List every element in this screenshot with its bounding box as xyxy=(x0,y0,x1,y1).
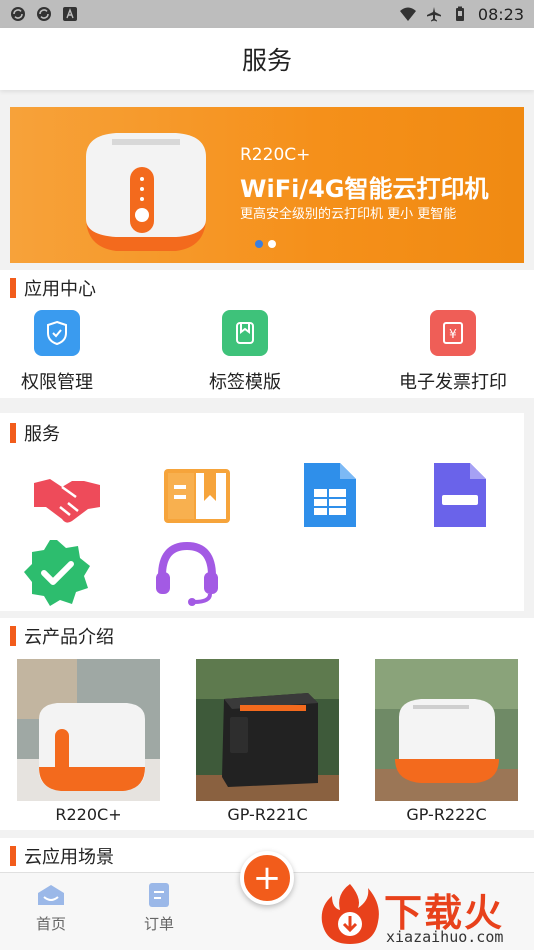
a-box-icon xyxy=(63,7,77,21)
products-header: 云产品介绍 xyxy=(0,618,534,654)
product-image xyxy=(17,659,160,801)
product-name: R220C+ xyxy=(55,805,122,824)
app-label: 标签模版 xyxy=(209,372,281,393)
tab-label: 首页 xyxy=(36,915,67,933)
app-label: 电子发票打印 xyxy=(399,372,507,393)
section-marker xyxy=(10,278,16,298)
banner-pagination xyxy=(255,240,276,248)
products-section: 云产品介绍 R220C+ GP-R221C GP-R222C xyxy=(0,618,534,830)
book-icon[interactable] xyxy=(162,461,232,531)
verified-check-icon[interactable] xyxy=(22,538,92,608)
tab-label: 订单 xyxy=(144,915,175,933)
scenes-title: 云应用场景 xyxy=(24,847,114,868)
tab-home[interactable]: 首页 xyxy=(36,883,66,934)
wifi-icon xyxy=(399,7,416,21)
product-card[interactable]: GP-R222C xyxy=(375,659,518,824)
banner-tagline: 更高安全级别的云打印机 更小 更智能 xyxy=(240,207,457,222)
promo-banner[interactable]: R220C+ WiFi/4G智能云打印机 更高安全级别的云打印机 更小 更智能 xyxy=(10,107,524,263)
document-icon[interactable] xyxy=(424,461,494,531)
home-icon xyxy=(38,885,64,905)
watermark-url: xiazaihuo.com xyxy=(386,928,504,946)
status-time: 08:23 xyxy=(477,4,524,24)
headset-icon[interactable] xyxy=(152,538,222,608)
services-header: 服务 xyxy=(0,415,524,451)
app-item-einvoice-print[interactable]: ¥ 电子发票打印 xyxy=(399,310,507,394)
watermark: 下载火 xiazaihuo.com xyxy=(314,878,534,950)
app-center-title: 应用中心 xyxy=(24,279,96,300)
printer-illustration xyxy=(86,133,206,251)
page-title: 服务 xyxy=(241,46,292,75)
app-center-section: 应用中心 权限管理 标签模版 ¥ 电子发票打印 xyxy=(0,270,534,398)
banner-headline: WiFi/4G智能云打印机 xyxy=(240,175,489,203)
handshake-icon[interactable] xyxy=(32,461,102,531)
product-image xyxy=(196,659,339,801)
status-bar: 08:23 xyxy=(0,0,534,28)
tab-orders[interactable]: 订单 xyxy=(144,883,174,934)
status-right-icons: 08:23 xyxy=(399,4,524,24)
banner-model: R220C+ xyxy=(240,145,311,165)
svg-text:¥: ¥ xyxy=(449,327,457,341)
section-marker xyxy=(10,626,16,646)
app-item-permissions[interactable]: 权限管理 xyxy=(21,310,93,394)
bookmark-icon xyxy=(222,310,268,356)
section-marker xyxy=(10,846,16,866)
product-card[interactable]: R220C+ xyxy=(17,659,160,824)
airplane-icon xyxy=(426,7,441,22)
section-marker xyxy=(10,423,16,443)
spreadsheet-icon[interactable] xyxy=(294,461,364,531)
invoice-icon: ¥ xyxy=(430,310,476,356)
app-item-label-templates[interactable]: 标签模版 xyxy=(209,310,281,394)
product-image xyxy=(375,659,518,801)
services-title: 服务 xyxy=(24,424,60,445)
products-title: 云产品介绍 xyxy=(24,627,114,648)
pagination-dot[interactable] xyxy=(268,240,276,248)
battery-icon xyxy=(455,6,464,21)
order-icon xyxy=(149,883,169,907)
status-left-icons xyxy=(10,6,78,22)
product-name: GP-R222C xyxy=(406,805,487,824)
shield-icon xyxy=(34,310,80,356)
title-bar: 服务 xyxy=(0,28,534,90)
app-label: 权限管理 xyxy=(21,372,93,393)
add-button[interactable]: + xyxy=(240,851,294,905)
product-card[interactable]: GP-R221C xyxy=(196,659,339,824)
app-center-header: 应用中心 xyxy=(0,270,534,306)
pagination-dot-active[interactable] xyxy=(255,240,263,248)
services-section: 服务 xyxy=(0,413,524,611)
sync-icon xyxy=(11,7,25,21)
sync-icon xyxy=(37,7,51,21)
product-name: GP-R221C xyxy=(227,805,308,824)
flame-logo-icon xyxy=(321,884,379,944)
